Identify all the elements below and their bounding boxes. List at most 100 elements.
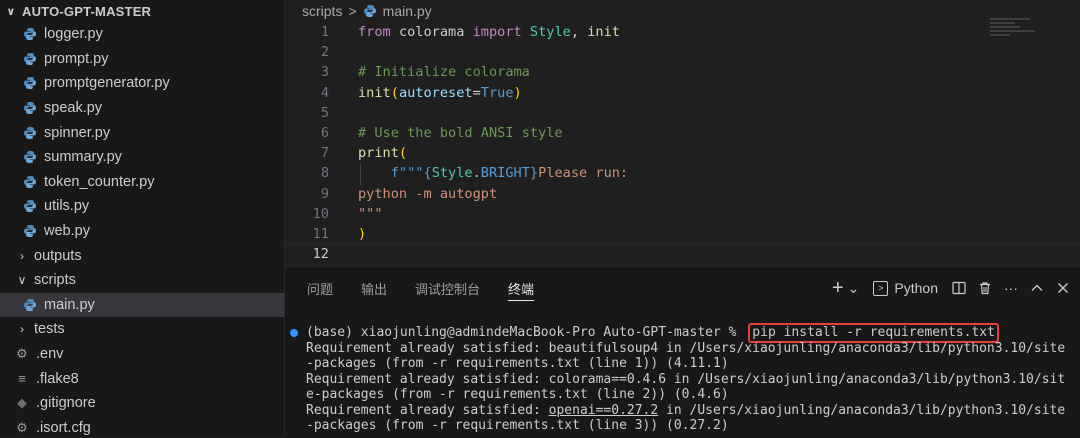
terminal-icon: > bbox=[873, 280, 889, 296]
file-label: .flake8 bbox=[36, 370, 79, 387]
maximize-panel-button[interactable] bbox=[1030, 281, 1044, 295]
trash-icon bbox=[980, 282, 990, 295]
file-item-flake8[interactable]: ≡ .flake8 bbox=[0, 366, 284, 391]
gear-icon: ⚙ bbox=[16, 346, 28, 362]
code-line: 11 ) bbox=[285, 224, 985, 244]
line-number: 4 bbox=[320, 84, 329, 101]
code-line: 12 bbox=[285, 244, 985, 264]
code-line: 7 print( bbox=[285, 143, 985, 163]
folder-item-outputs[interactable]: › outputs bbox=[0, 243, 284, 268]
minimap[interactable] bbox=[990, 18, 1050, 48]
file-label: logger.py bbox=[44, 26, 103, 43]
file-label: speak.py bbox=[44, 100, 103, 117]
explorer-root-header[interactable]: ∨ AUTO-GPT-MASTER bbox=[0, 0, 284, 22]
chevron-down-icon: ∨ bbox=[6, 5, 16, 18]
file-item-prompt[interactable]: prompt.py bbox=[0, 47, 284, 72]
chevron-up-icon bbox=[1031, 284, 1043, 291]
file-item-web[interactable]: web.py bbox=[0, 219, 284, 244]
terminal-line: -packages (from -r requirements.txt (lin… bbox=[306, 418, 729, 433]
line-number: 3 bbox=[320, 64, 329, 81]
python-file-icon bbox=[22, 26, 38, 42]
terminal-prompt-line: (base) xiaojunling@admindeMacBook-Pro Au… bbox=[285, 323, 1080, 343]
ellipsis-icon: ··· bbox=[1004, 280, 1018, 296]
python-file-icon bbox=[22, 100, 38, 116]
python-file-icon bbox=[22, 75, 38, 91]
more-actions-button[interactable]: ··· bbox=[1004, 280, 1018, 296]
terminal-line: e-packages (from -r requirements.txt (li… bbox=[306, 387, 729, 402]
command-status-dot[interactable] bbox=[290, 328, 298, 337]
chevron-right-icon: › bbox=[20, 322, 24, 337]
python-file-icon bbox=[22, 125, 38, 141]
breadcrumb-file[interactable]: main.py bbox=[383, 3, 432, 19]
line-number: 11 bbox=[312, 225, 329, 242]
tab-debug-console[interactable]: 调试控制台 bbox=[415, 267, 480, 309]
file-label: .env bbox=[36, 346, 64, 363]
line-number: 1 bbox=[320, 24, 329, 40]
file-item-utils[interactable]: utils.py bbox=[0, 194, 284, 219]
folder-label: tests bbox=[34, 321, 65, 338]
tab-output[interactable]: 输出 bbox=[361, 267, 387, 309]
split-icon bbox=[952, 281, 966, 295]
tab-terminal[interactable]: 终端 bbox=[508, 267, 535, 309]
python-file-icon bbox=[22, 198, 38, 214]
folder-label: outputs bbox=[34, 247, 82, 264]
file-item-gitignore[interactable]: ◆ .gitignore bbox=[0, 391, 284, 416]
file-item-main[interactable]: main.py bbox=[0, 292, 284, 318]
kill-terminal-button[interactable] bbox=[978, 281, 992, 295]
file-item-env[interactable]: ⚙ .env bbox=[0, 342, 284, 367]
file-label: promptgenerator.py bbox=[44, 75, 170, 92]
code-line: 6 # Use the bold ANSI style bbox=[285, 123, 985, 143]
explorer-root-title: AUTO-GPT-MASTER bbox=[22, 3, 152, 19]
git-icon: ◆ bbox=[17, 395, 27, 411]
python-file-icon bbox=[22, 51, 38, 67]
file-label: .gitignore bbox=[36, 395, 96, 412]
tab-problems[interactable]: 问题 bbox=[307, 267, 333, 309]
line-number: 9 bbox=[320, 185, 329, 202]
file-item-spinner[interactable]: spinner.py bbox=[0, 120, 284, 145]
file-label: main.py bbox=[44, 296, 95, 313]
python-file-icon bbox=[22, 223, 38, 239]
file-item-promptgenerator[interactable]: promptgenerator.py bbox=[0, 71, 284, 96]
terminal-line: Requirement already satisfied: colorama=… bbox=[306, 371, 1066, 387]
folder-label: scripts bbox=[34, 272, 76, 289]
folder-item-scripts[interactable]: ∨ scripts bbox=[0, 268, 284, 293]
python-file-icon bbox=[363, 4, 377, 18]
close-icon bbox=[1058, 283, 1068, 293]
file-item-token-counter[interactable]: token_counter.py bbox=[0, 170, 284, 195]
lines-icon: ≡ bbox=[18, 371, 26, 387]
plus-icon: + bbox=[831, 276, 844, 299]
file-label: web.py bbox=[44, 223, 90, 240]
new-terminal-button[interactable]: + bbox=[832, 277, 844, 300]
breadcrumb-folder[interactable]: scripts bbox=[302, 3, 342, 19]
terminal-line: -packages (from -r requirements.txt (lin… bbox=[306, 356, 729, 371]
split-terminal-button[interactable] bbox=[952, 281, 966, 295]
panel-actions: + ⌄ > Python ··· bbox=[820, 267, 1080, 309]
code-line: 9 python -m autogpt bbox=[285, 184, 985, 204]
file-label: .isort.cfg bbox=[36, 419, 91, 436]
code-line: 2 bbox=[285, 42, 985, 62]
code-line: 8 f"""{Style.BRIGHT}Please run: bbox=[285, 163, 985, 183]
close-panel-button[interactable] bbox=[1056, 281, 1070, 295]
breadcrumb-separator: > bbox=[348, 3, 357, 19]
python-file-icon bbox=[22, 149, 38, 165]
bottom-panel: 问题 输出 调试控制台 终端 + ⌄ > Python ··· (base) x… bbox=[285, 266, 1080, 438]
chevron-right-icon: › bbox=[20, 248, 24, 263]
code-editor[interactable]: scripts > main.py 1 from colorama import… bbox=[285, 0, 1080, 266]
file-item-logger[interactable]: logger.py bbox=[0, 22, 284, 47]
gear-icon: ⚙ bbox=[16, 419, 28, 435]
line-number: 2 bbox=[320, 44, 329, 61]
file-label: summary.py bbox=[44, 149, 122, 166]
terminal-link[interactable]: openai==0.27.2 bbox=[549, 403, 659, 418]
file-label: token_counter.py bbox=[44, 173, 155, 190]
terminal-output[interactable]: (base) xiaojunling@admindeMacBook-Pro Au… bbox=[285, 323, 1080, 434]
code-line: 10 """ bbox=[285, 204, 985, 224]
terminal-dropdown-button[interactable]: ⌄ bbox=[848, 280, 860, 297]
terminal-shell-selector[interactable]: > Python bbox=[873, 280, 938, 296]
file-item-speak[interactable]: speak.py bbox=[0, 96, 284, 121]
file-item-isort[interactable]: ⚙ .isort.cfg bbox=[0, 416, 284, 438]
file-item-summary[interactable]: summary.py bbox=[0, 145, 284, 170]
chevron-down-icon: ⌄ bbox=[847, 279, 860, 296]
line-number: 10 bbox=[312, 205, 329, 222]
folder-item-tests[interactable]: › tests bbox=[0, 317, 284, 342]
code-area[interactable]: 1 from colorama import Style, init 2 3 #… bbox=[285, 22, 985, 264]
